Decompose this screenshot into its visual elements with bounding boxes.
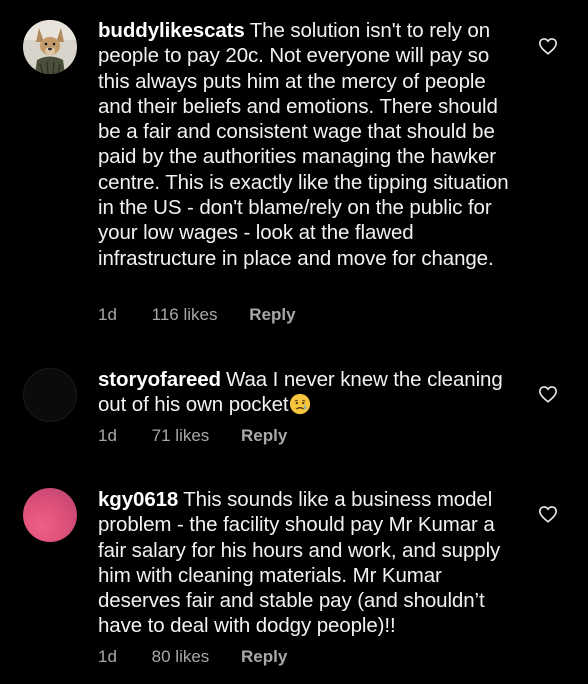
comment-body: storyofareed Waa I never knew the cleanin…	[98, 367, 518, 418]
comment-time: 1d	[98, 426, 117, 445]
user-avatar[interactable]	[23, 488, 77, 542]
user-avatar[interactable]	[23, 20, 77, 74]
reply-button[interactable]: Reply	[241, 647, 287, 667]
comment-username[interactable]: storyofareed	[98, 368, 221, 391]
like-button[interactable]	[538, 505, 558, 523]
comment-text: The solution isn't to rely on people to …	[98, 19, 509, 270]
comment-username[interactable]: buddylikescats	[98, 19, 245, 42]
reply-button[interactable]: Reply	[241, 426, 287, 446]
like-button[interactable]	[538, 37, 558, 55]
reply-button[interactable]: Reply	[249, 305, 295, 325]
crying-face-emoji	[289, 394, 310, 415]
comment-likes[interactable]: 80 likes	[152, 647, 210, 667]
comment-likes[interactable]: 116 likes	[152, 305, 218, 325]
comment-likes[interactable]: 71 likes	[152, 426, 210, 446]
comment-body: kgy0618 This sounds like a business model…	[98, 487, 518, 639]
comment-body: buddylikescats The solution isn't to rely…	[98, 18, 518, 271]
comment-time: 1d	[98, 647, 117, 666]
like-button[interactable]	[538, 385, 558, 403]
comment-time: 1d	[98, 305, 117, 324]
heart-outline-icon	[538, 506, 558, 523]
heart-outline-icon	[538, 38, 558, 55]
dog-photo-icon	[23, 20, 77, 74]
comment-username[interactable]: kgy0618	[98, 488, 178, 511]
heart-outline-icon	[538, 386, 558, 403]
comment-meta: 1d 71 likes Reply	[98, 426, 287, 446]
comment-meta: 1d 80 likes Reply	[98, 647, 287, 667]
comment-meta: 1d 116 likes Reply	[98, 305, 296, 325]
user-avatar[interactable]	[23, 368, 77, 422]
